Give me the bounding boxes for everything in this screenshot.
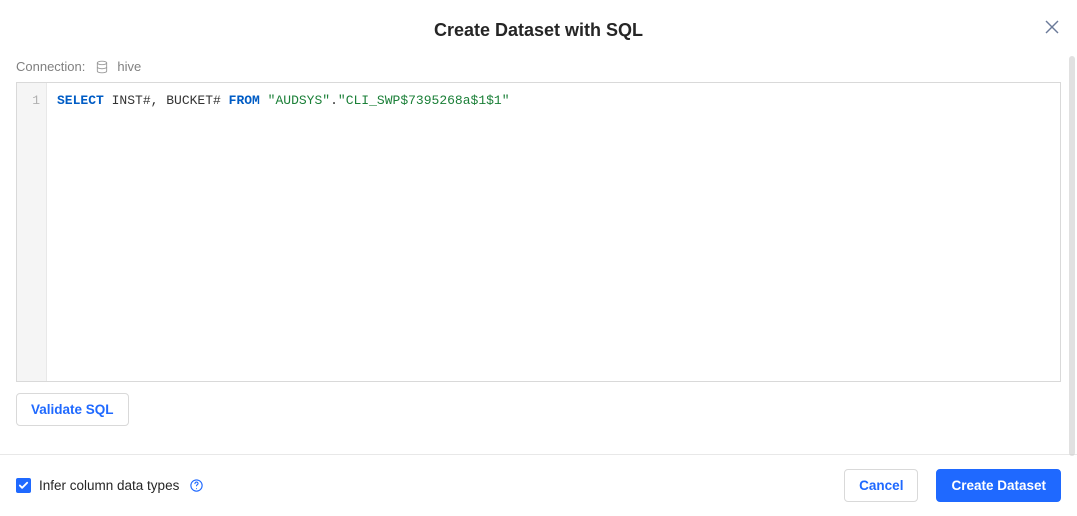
line-number: 1 <box>17 91 40 111</box>
sql-keyword-select: SELECT <box>57 93 104 108</box>
create-dataset-dialog: Create Dataset with SQL Connection: hive… <box>0 0 1077 516</box>
sql-columns: INST#, BUCKET# <box>104 93 229 108</box>
infer-types-checkbox[interactable] <box>16 478 31 493</box>
infer-types-label: Infer column data types <box>39 478 179 493</box>
sql-editor[interactable]: 1 SELECT INST#, BUCKET# FROM "AUDSYS"."C… <box>16 82 1061 382</box>
connection-label: Connection: <box>16 59 85 74</box>
cancel-button[interactable]: Cancel <box>844 469 918 502</box>
sql-space <box>260 93 268 108</box>
sql-table: "CLI_SWP$7395268a$1$1" <box>338 93 510 108</box>
dialog-title: Create Dataset with SQL <box>0 20 1077 41</box>
editor-gutter: 1 <box>17 83 47 381</box>
database-icon <box>95 60 109 74</box>
sql-keyword-from: FROM <box>229 93 260 108</box>
connection-row: Connection: hive <box>16 59 1061 74</box>
dialog-body: Connection: hive 1 SELECT INST#, BUCKET#… <box>0 59 1077 454</box>
editor-code[interactable]: SELECT INST#, BUCKET# FROM "AUDSYS"."CLI… <box>47 83 1060 381</box>
dialog-footer: Infer column data types Cancel Create Da… <box>0 454 1077 516</box>
validate-sql-button[interactable]: Validate SQL <box>16 393 129 426</box>
scrollbar-thumb[interactable] <box>1069 56 1075 456</box>
help-icon[interactable] <box>189 478 204 493</box>
connection-name: hive <box>117 59 141 74</box>
close-icon[interactable] <box>1045 20 1059 39</box>
sql-schema: "AUDSYS" <box>268 93 330 108</box>
validate-row: Validate SQL <box>16 393 1061 426</box>
create-dataset-button[interactable]: Create Dataset <box>936 469 1061 502</box>
sql-dot: . <box>330 93 338 108</box>
dialog-header: Create Dataset with SQL <box>0 0 1077 59</box>
